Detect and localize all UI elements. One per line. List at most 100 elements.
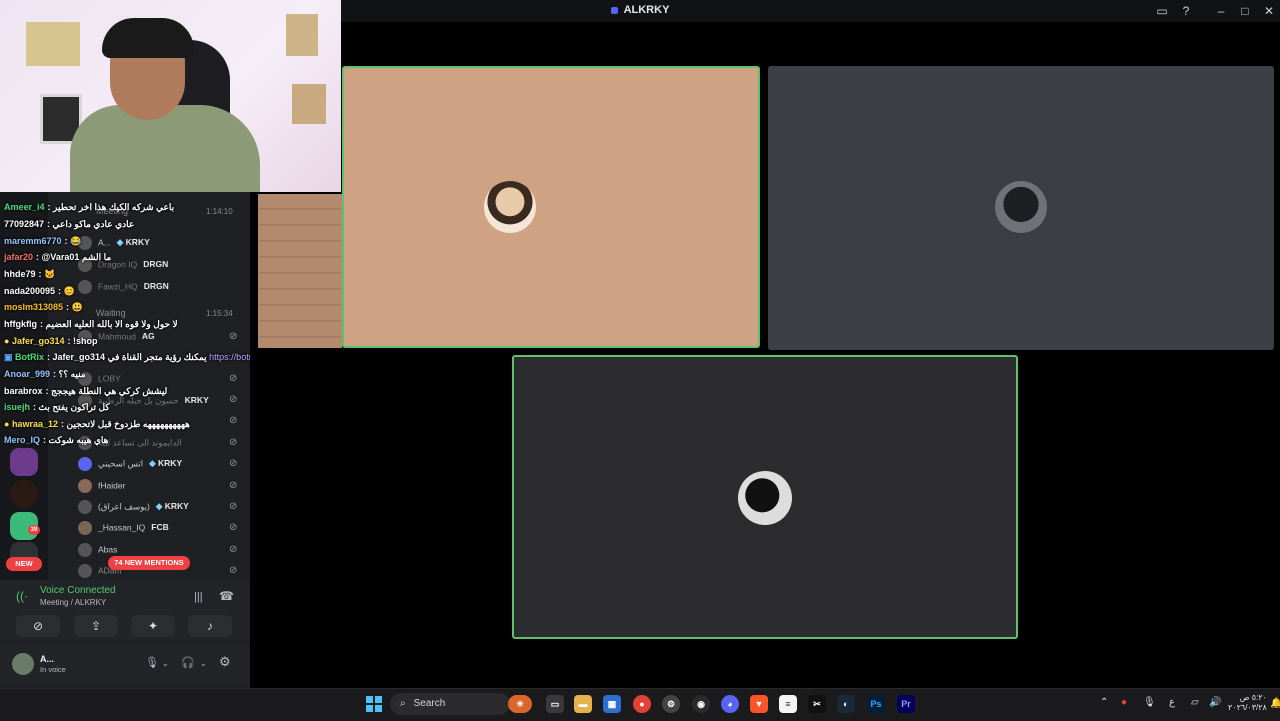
voice-connected-label: Voice Connected <box>40 585 116 596</box>
avatar <box>78 564 92 578</box>
voice-member[interactable]: fHaider <box>78 479 125 497</box>
muted-icon: ⊘ <box>229 458 238 469</box>
chevron-down-icon[interactable]: ⌄ <box>162 659 169 668</box>
start-icon[interactable] <box>366 696 382 712</box>
video-tile-3[interactable] <box>512 355 1018 639</box>
participant-avatar <box>995 181 1047 233</box>
voice-member[interactable]: (يوسف اعراق) ◆ KRKY <box>78 500 189 518</box>
chat-message: ● hawraa_12: ههههههههههه طزدوخ قبل لاتحج… <box>4 419 190 429</box>
muted-icon: ⊘ <box>229 480 238 491</box>
emote-icon: 😊 <box>63 286 75 296</box>
chat-message: Anoar_999: منيه ؟؟ <box>4 369 86 379</box>
network-icon[interactable]: ▱ <box>1191 697 1199 708</box>
gear-icon[interactable]: ⚙ <box>219 654 231 670</box>
muted-icon: ⊘ <box>229 415 238 426</box>
brave-icon[interactable]: ▼ <box>750 695 768 713</box>
obs-icon[interactable]: ◉ <box>692 695 710 713</box>
voice-member[interactable]: Fawzi_HQ DRGN <box>78 280 169 298</box>
chat-overlay-panel: Meeting 1:14:10 Waiting 1:15:34 A... ◆ KR… <box>0 192 250 720</box>
muted-icon: ⊘ <box>229 394 238 405</box>
chevron-up-icon[interactable]: ⌃ <box>1100 697 1108 708</box>
video-tile-2[interactable] <box>768 66 1274 350</box>
server-icon[interactable] <box>10 480 38 508</box>
microphone-icon[interactable]: 🎙 <box>145 656 159 669</box>
chat-message: ▣ BotRix: Jafer_go314 يمكنك رؤية متجر ال… <box>4 352 250 363</box>
muted-icon: ⊘ <box>229 565 238 576</box>
award-plaque <box>286 14 318 56</box>
widget-icon[interactable]: ☀ <box>508 695 532 713</box>
award-plaque <box>292 84 326 124</box>
user-panel <box>0 645 250 685</box>
language-indicator[interactable]: ع <box>1169 697 1175 708</box>
task-view-icon[interactable]: ▭ <box>546 695 564 713</box>
voice-member[interactable]: اتس اسحيني ◆ KRKY <box>78 457 182 475</box>
gem-icon: ◆ <box>116 237 126 248</box>
soundboard-button[interactable]: ♪ <box>188 615 232 637</box>
chevron-down-icon[interactable]: ⌄ <box>200 659 207 668</box>
chat-message: isuejh: كل تراكون يفتح بث <box>4 402 110 412</box>
chat-message: Ameer_i4: باعي شركه الكيك هذا اخر تحطير <box>4 202 175 212</box>
notification-icon[interactable]: 🔔 <box>1270 698 1280 709</box>
new-mentions-button[interactable]: 74 NEW MENTIONS <box>108 556 190 570</box>
voice-member[interactable]: _Hassan_IQ FCB <box>78 521 169 539</box>
avatar[interactable] <box>12 653 34 675</box>
voice-timer: 1:14:10 <box>206 207 233 216</box>
chrome-icon[interactable]: ● <box>633 695 651 713</box>
capcut-icon[interactable]: ✂ <box>808 695 826 713</box>
steam-icon[interactable]: ◐ <box>837 695 855 713</box>
chat-message: moslm313085: 😃 <box>4 302 83 312</box>
new-badge[interactable]: NEW <box>6 557 42 571</box>
microphone-icon[interactable]: 🎙 <box>1143 697 1156 708</box>
settings-icon[interactable]: ⚙ <box>662 695 680 713</box>
video-tile-1[interactable] <box>342 66 760 348</box>
muted-icon: ⊘ <box>229 522 238 533</box>
notepad-icon[interactable]: ≡ <box>779 695 797 713</box>
streamer-hair <box>102 18 194 58</box>
muted-icon: ⊘ <box>229 437 238 448</box>
noise-suppression-icon[interactable]: ||| <box>194 591 203 603</box>
chat-message: ● Jafer_go314: !shop <box>4 336 98 346</box>
maximize-button[interactable]: □ <box>1237 3 1253 19</box>
search-icon: ⌕ <box>400 698 406 709</box>
tray-app-icon[interactable]: ● <box>1121 697 1127 708</box>
voice-timer: 1:15:34 <box>206 309 233 318</box>
signal-icon[interactable]: ((· <box>16 589 28 603</box>
chat-message: Mero_IQ: هاي هيبه شوكت <box>4 435 109 445</box>
headphones-icon[interactable]: 🎧 <box>181 656 195 669</box>
close-button[interactable]: ✕ <box>1261 3 1277 19</box>
premiere-icon[interactable]: Pr <box>897 695 915 713</box>
discord-icon[interactable]: ◕ <box>721 695 739 713</box>
chat-message: hhde79: 🐱 <box>4 269 56 279</box>
chat-message: hffgkflg: لا حول ولا قوه الا بالله العلي… <box>4 319 178 329</box>
discord-avatar <box>78 457 92 471</box>
camera-off-button[interactable]: ⊘ <box>16 615 60 637</box>
voice-channel-path[interactable]: Meeting / ALKRKY <box>40 598 106 607</box>
avatar <box>78 521 92 535</box>
activities-button[interactable]: ✦ <box>131 615 175 637</box>
webcam-overlay <box>0 0 341 192</box>
disconnect-icon[interactable]: ☎ <box>219 589 234 603</box>
screen-share-icon[interactable]: ▭ <box>1154 3 1170 19</box>
screen-share-button[interactable]: ⇪ <box>74 615 118 637</box>
play-button-plaque <box>26 22 80 66</box>
username[interactable]: A... <box>40 654 54 664</box>
store-icon[interactable]: ▦ <box>603 695 621 713</box>
emote-icon: 😃 <box>71 302 83 312</box>
chat-message: maremm6770: 😂 <box>4 236 82 246</box>
file-explorer-icon[interactable]: ▬ <box>574 695 592 713</box>
participant-avatar <box>484 181 536 233</box>
volume-icon[interactable]: 🔊 <box>1209 697 1221 708</box>
chat-message: jafar20: @Vara01 ما الشم <box>4 252 112 262</box>
avatar <box>78 543 92 557</box>
chat-link[interactable]: https://botrix.live/k/alkrky99/shop <box>209 352 250 362</box>
server-icon[interactable] <box>10 448 38 476</box>
muted-icon: ⊘ <box>229 331 238 342</box>
taskbar-search[interactable]: ⌕ Search <box>390 693 510 715</box>
streamer-body <box>70 105 260 192</box>
chat-message: 77092847: عادي عادي ماكو داعي <box>4 219 135 229</box>
photoshop-icon[interactable]: Ps <box>867 695 885 713</box>
minimize-button[interactable]: – <box>1213 3 1229 19</box>
taskbar-clock[interactable]: ٥:٢٠ ص ٢٠٢٦/٠٣/٢٨ <box>1228 693 1267 713</box>
muted-icon: ⊘ <box>229 544 238 555</box>
help-icon[interactable]: ? <box>1178 3 1194 19</box>
